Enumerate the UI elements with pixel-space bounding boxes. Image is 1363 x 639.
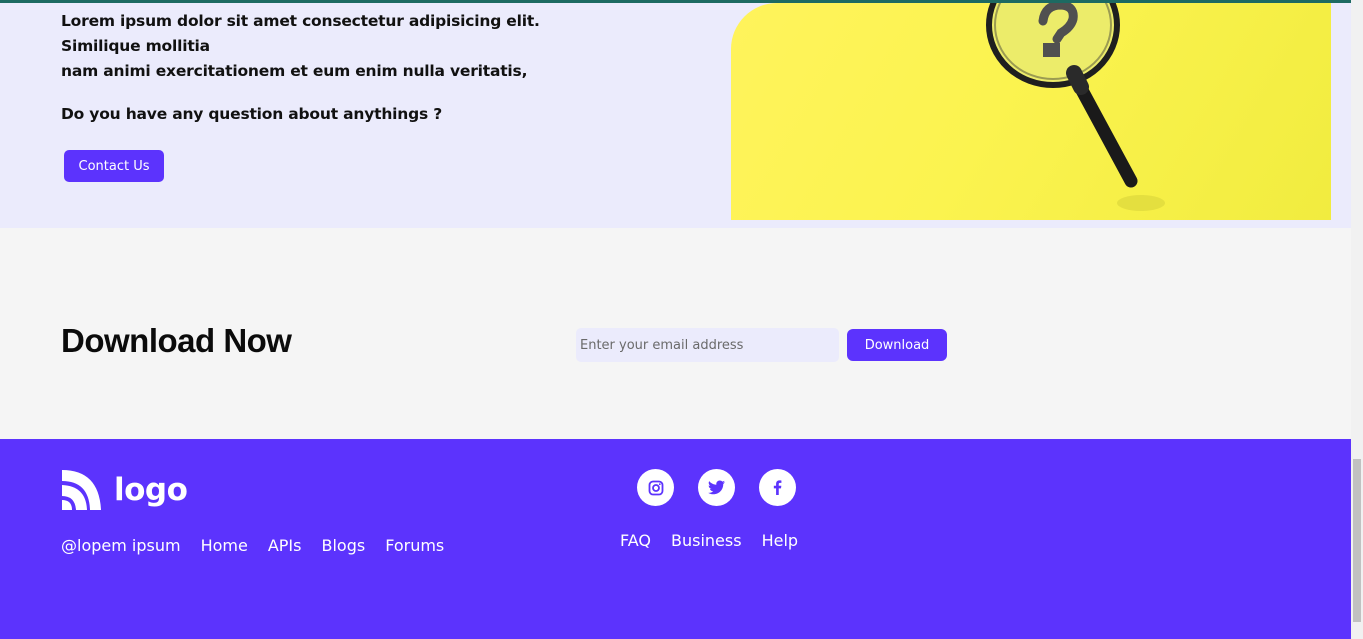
hero-text-line-2: nam animi exercitationem et eum enim nul… [61, 62, 528, 80]
hero-text-line-1: Lorem ipsum dolor sit amet consectetur a… [61, 12, 540, 55]
facebook-button[interactable] [759, 469, 796, 506]
footer-logo[interactable]: logo [59, 468, 188, 512]
contact-us-button[interactable]: Contact Us [64, 150, 164, 182]
download-title: Download Now [61, 322, 292, 359]
footer-link-apis[interactable]: APIs [268, 536, 302, 555]
instagram-icon [648, 480, 663, 495]
hero-question: Do you have any question about anythings… [61, 105, 443, 123]
download-button[interactable]: Download [847, 329, 947, 361]
hero-section: Lorem ipsum dolor sit amet consectetur a… [0, 3, 1351, 228]
hero-image [731, 3, 1331, 220]
footer: logo @lopem ipsum Home APIs Blogs Forums [0, 439, 1351, 639]
logo-icon [62, 470, 101, 510]
instagram-button[interactable] [637, 469, 674, 506]
footer-link-forums[interactable]: Forums [385, 536, 444, 555]
facebook-icon [773, 480, 782, 495]
hero-description: Lorem ipsum dolor sit amet consectetur a… [61, 9, 621, 84]
footer-link-help[interactable]: Help [762, 531, 798, 550]
footer-link-home[interactable]: Home [201, 536, 248, 555]
magnifying-glass-illustration [986, 3, 1165, 211]
twitter-button[interactable] [698, 469, 735, 506]
footer-link-business[interactable]: Business [671, 531, 742, 550]
page-scrollbar[interactable] [1351, 0, 1363, 639]
email-input[interactable] [576, 328, 839, 362]
footer-links-right: FAQ Business Help [620, 531, 818, 550]
footer-link-faq[interactable]: FAQ [620, 531, 651, 550]
footer-links-left: @lopem ipsum Home APIs Blogs Forums [61, 536, 464, 555]
logo-text: logo [114, 472, 188, 508]
social-links [637, 469, 820, 506]
download-section: Download Now Download [0, 228, 1351, 439]
footer-link-copyright[interactable]: @lopem ipsum [61, 536, 181, 555]
scrollbar-thumb[interactable] [1353, 459, 1361, 622]
footer-link-blogs[interactable]: Blogs [321, 536, 365, 555]
twitter-icon [708, 480, 725, 495]
